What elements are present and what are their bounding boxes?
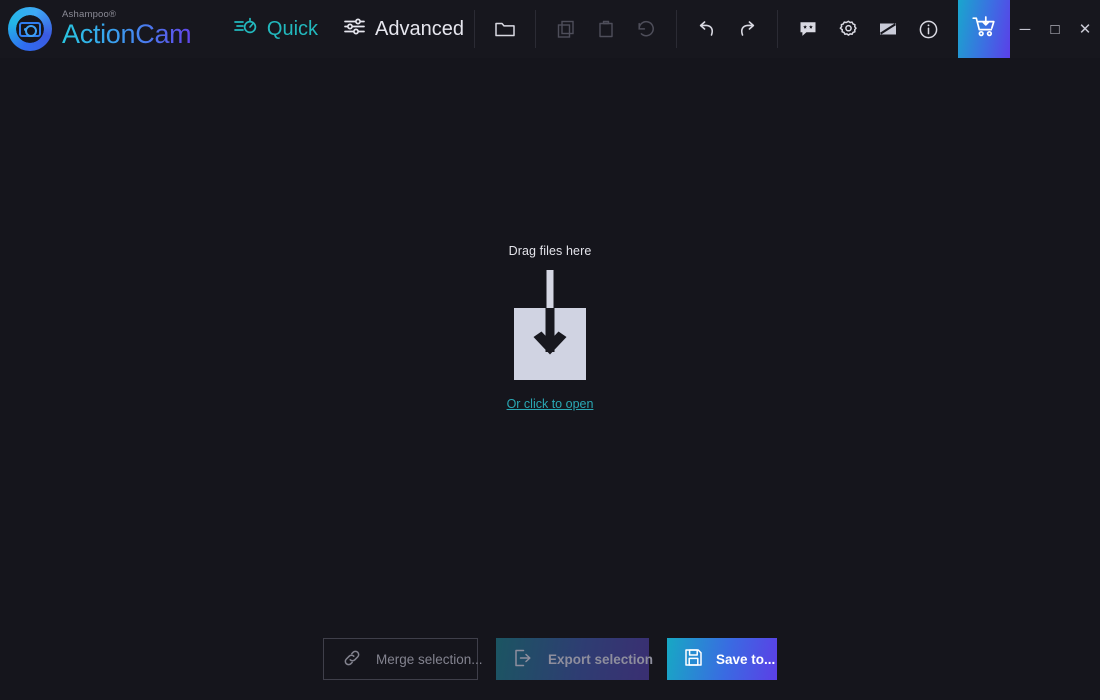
chain-link-icon	[342, 648, 362, 671]
undo-arrow-icon[interactable]	[687, 9, 727, 49]
file-dropzone[interactable]: Drag files here Or click to open	[450, 244, 650, 411]
shopping-cart-download-icon	[971, 14, 998, 45]
title-bar: Ashampoo® ActionCam Quick Advanced ─ □ ✕	[0, 0, 1100, 58]
tab-advanced[interactable]: Advanced	[344, 16, 464, 42]
toolbar-group-history	[687, 0, 767, 58]
folder-icon[interactable]	[485, 9, 525, 49]
toolbar-divider	[474, 10, 475, 48]
toolbar: ─ □ ✕	[464, 0, 1100, 58]
export-selection-button[interactable]: Export selection	[496, 638, 653, 680]
export-selection-label: Export selection	[548, 651, 654, 667]
toolbar-divider	[777, 10, 778, 48]
dropzone-open-link[interactable]: Or click to open	[507, 397, 594, 411]
floppy-save-icon	[683, 647, 704, 671]
main-content: Drag files here Or click to open	[0, 58, 1100, 618]
buy-cart-button[interactable]	[958, 0, 1010, 58]
merge-selection-label: Merge selection...	[376, 651, 483, 667]
clipboard-paste-icon[interactable]	[586, 9, 626, 49]
toolbar-divider	[535, 10, 536, 48]
close-icon[interactable]: ✕	[1070, 0, 1100, 58]
brand-text-block: Ashampoo® ActionCam	[62, 10, 192, 49]
tab-quick-label: Quick	[266, 17, 319, 40]
toolbar-divider	[676, 10, 677, 48]
merge-selection-button[interactable]: Merge selection...	[323, 638, 483, 680]
redo-arrow-icon[interactable]	[727, 9, 767, 49]
bottom-action-bar: Merge selection... Export selection Save…	[0, 618, 1100, 700]
gear-icon[interactable]	[828, 9, 868, 49]
tab-advanced-label: Advanced	[375, 17, 464, 40]
sliders-icon	[344, 16, 366, 42]
app-title: ActionCam	[62, 18, 192, 49]
window-controls: ─ □ ✕	[1010, 0, 1100, 58]
download-into-box-icon	[514, 269, 586, 382]
app-brand: Ashampoo® ActionCam	[0, 7, 228, 51]
maximize-icon[interactable]: □	[1040, 0, 1070, 58]
export-arrow-icon	[512, 647, 534, 672]
dropzone-title: Drag files here	[508, 243, 592, 258]
tab-quick[interactable]: Quick	[234, 16, 318, 42]
copy-icon[interactable]	[546, 9, 586, 49]
rating-speech-bubble-icon[interactable]	[788, 9, 828, 49]
reset-rotate-icon[interactable]	[626, 9, 666, 49]
save-to-button[interactable]: Save to...	[667, 638, 777, 680]
info-circle-icon[interactable]	[908, 9, 948, 49]
theme-contrast-icon[interactable]	[868, 9, 908, 49]
toolbar-group-file	[485, 0, 525, 58]
speed-stopwatch-icon	[234, 16, 258, 42]
toolbar-group-edit	[546, 0, 666, 58]
toolbar-group-app	[788, 0, 948, 58]
minimize-icon[interactable]: ─	[1010, 0, 1040, 58]
save-to-label: Save to...	[716, 651, 776, 667]
main-nav: Quick Advanced	[234, 16, 464, 42]
action-camera-logo-icon	[8, 7, 52, 51]
